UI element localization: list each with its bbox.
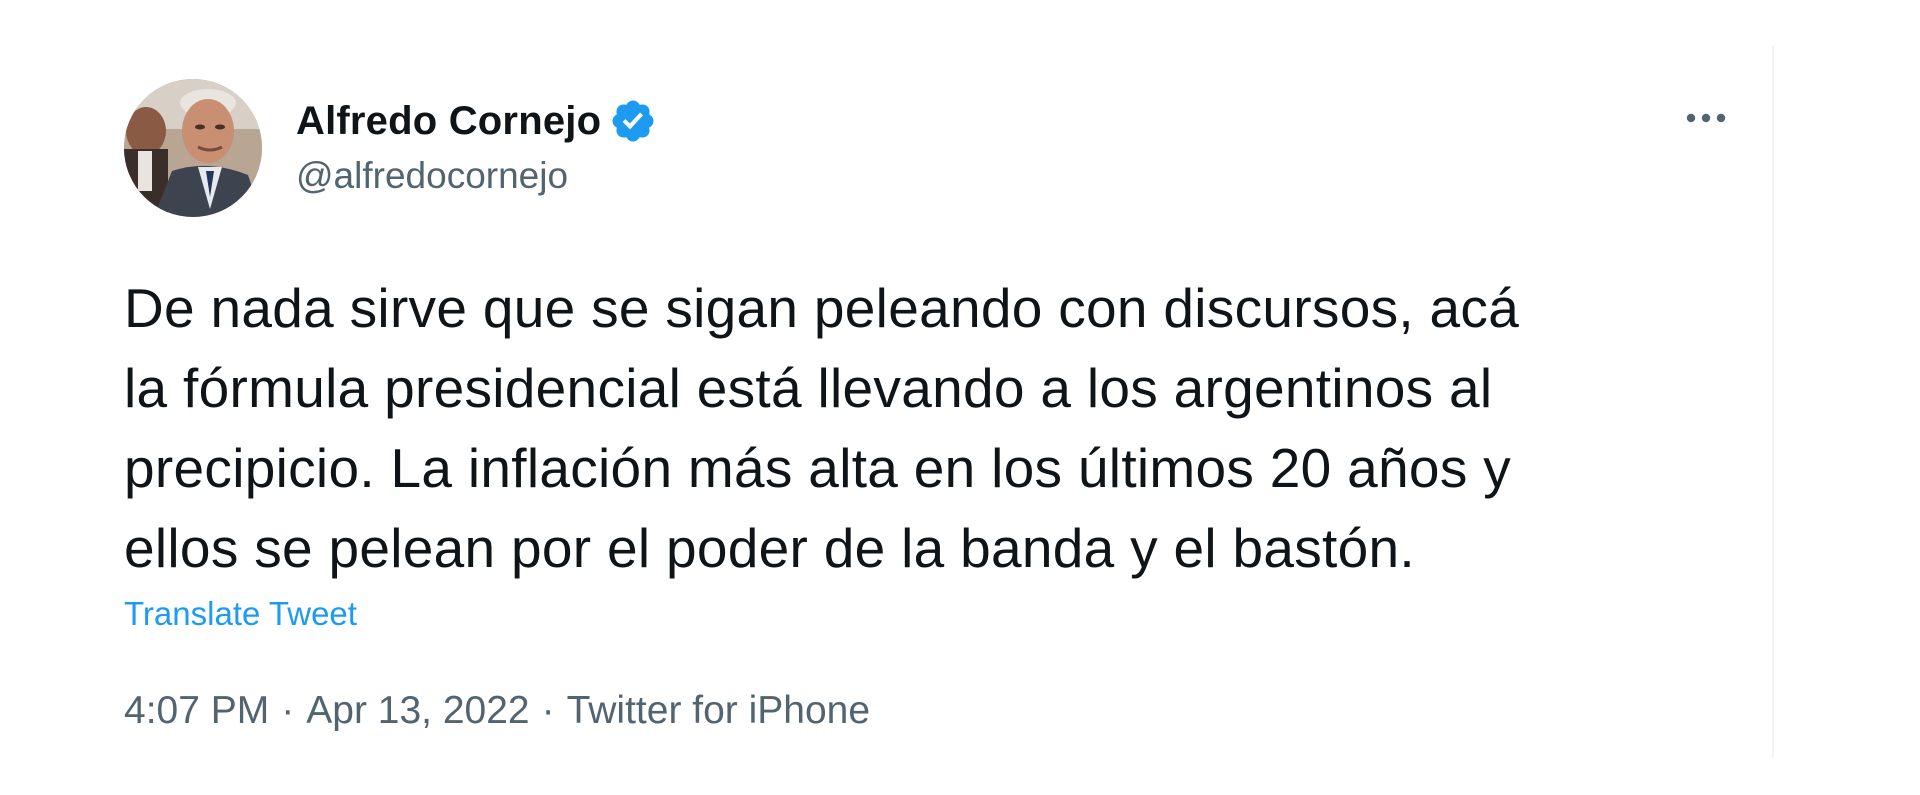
avatar-photo-icon — [124, 79, 262, 217]
translate-tweet-link[interactable]: Translate Tweet — [124, 592, 357, 636]
tweet-source[interactable]: Twitter for iPhone — [567, 686, 870, 736]
tweet-text: De nada sirve que se sigan peleando con … — [124, 268, 1764, 588]
tweet-card: Alfredo Cornejo @alfredocornejo De nada … — [0, 0, 1920, 795]
meta-separator: · — [541, 689, 555, 732]
meta-separator: · — [281, 689, 295, 732]
tweet-text-line: De nada sirve que se sigan peleando con … — [124, 277, 1520, 339]
tweet-time[interactable]: 4:07 PM — [124, 686, 269, 736]
more-horizontal-icon — [1686, 113, 1726, 123]
tweet-text-line: ellos se pelean por el poder de la banda… — [124, 517, 1415, 579]
tweet-metadata: 4:07 PM · Apr 13, 2022 · Twitter for iPh… — [124, 686, 870, 736]
author-name-row[interactable]: Alfredo Cornejo — [296, 94, 657, 148]
author-handle[interactable]: @alfredocornejo — [296, 152, 568, 200]
more-options-button[interactable] — [1676, 96, 1736, 140]
verified-badge-icon — [609, 97, 657, 145]
avatar[interactable] — [124, 79, 262, 217]
author-display-name[interactable]: Alfredo Cornejo — [296, 94, 601, 148]
column-divider — [1772, 45, 1774, 757]
tweet-text-line: precipicio. La inflación más alta en los… — [124, 437, 1512, 499]
tweet-date[interactable]: Apr 13, 2022 — [306, 686, 529, 736]
tweet-text-line: la fórmula presidencial está llevando a … — [124, 357, 1493, 419]
